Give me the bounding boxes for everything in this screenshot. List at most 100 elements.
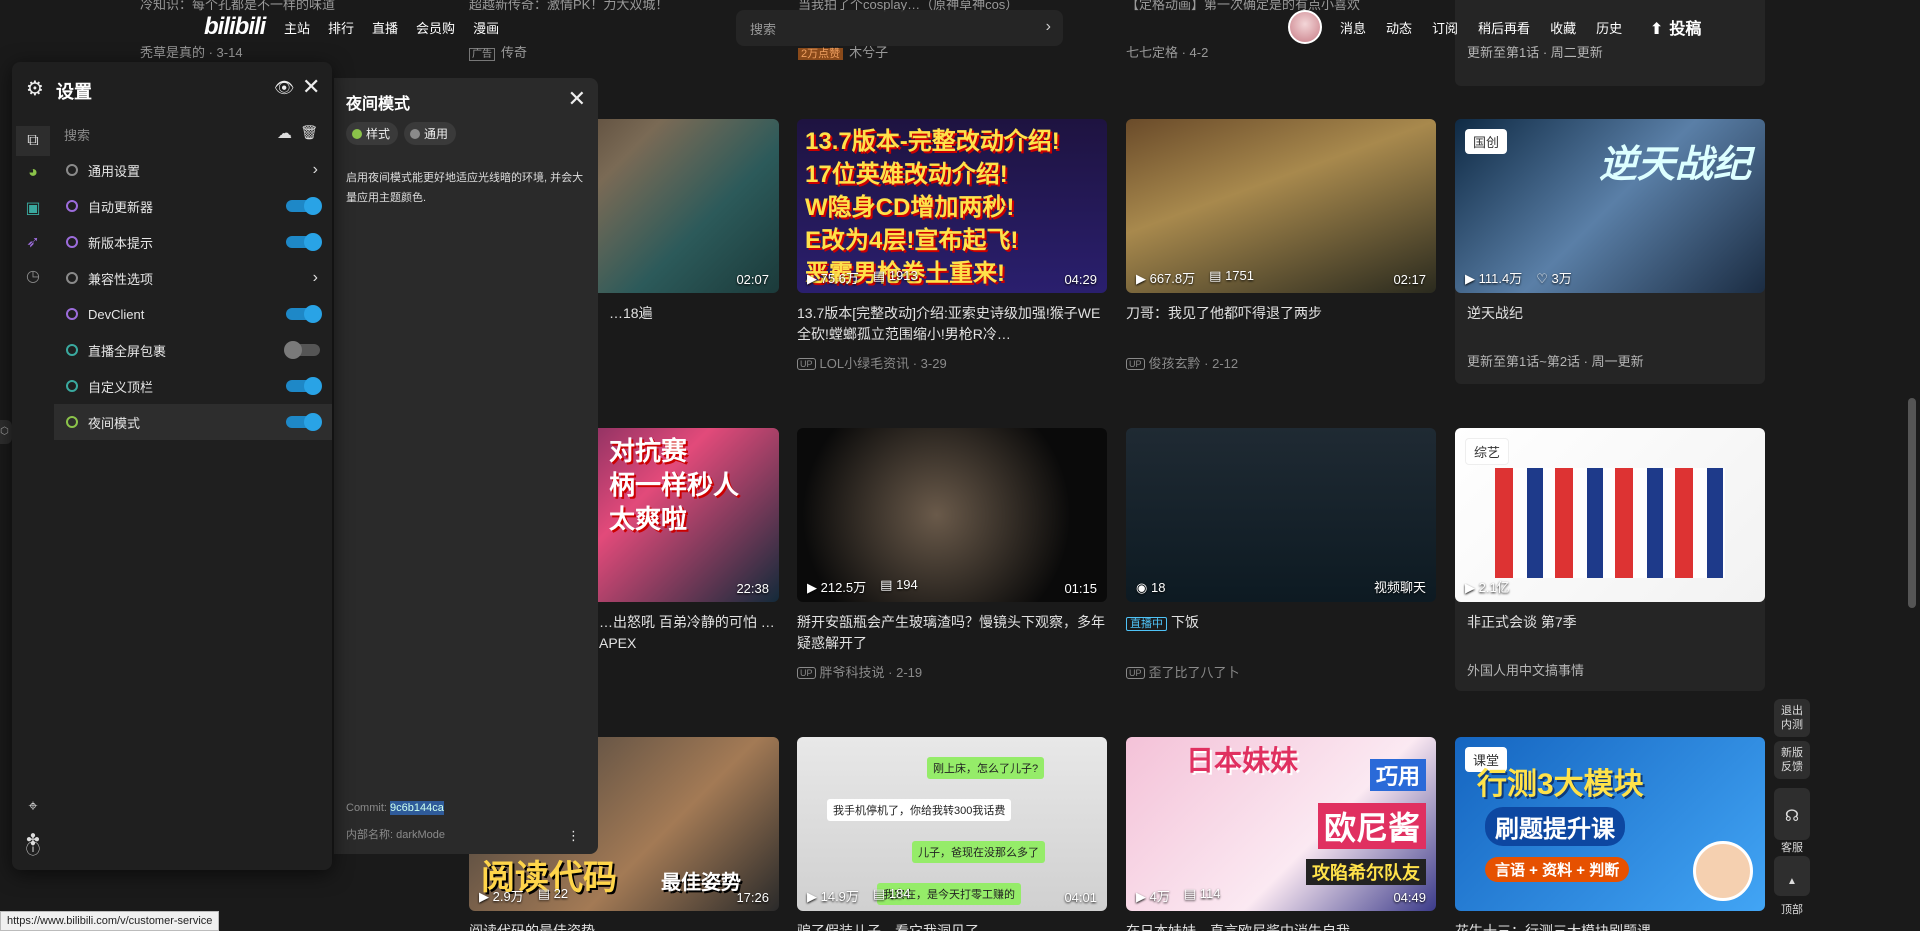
close-icon[interactable]: ✕ <box>302 74 320 100</box>
tag-style[interactable]: 样式 <box>346 122 399 145</box>
video-duration: 04:49 <box>1393 890 1426 905</box>
uploader-name[interactable]: 胖爷科技说 <box>820 665 885 680</box>
thumbnail-line: E改为4层!宣布起飞! <box>805 227 1019 254</box>
video-title[interactable]: 阅读代码的最佳姿势 <box>469 921 779 931</box>
settings-item-live-fullscreen[interactable]: 直播全屏包裹 <box>54 332 332 368</box>
settings-item-compat[interactable]: 兼容性选项 › <box>54 260 332 296</box>
settings-item-custom-topbar[interactable]: 自定义顶栏 <box>54 368 332 404</box>
rocket-icon[interactable]: ➶ <box>22 232 44 254</box>
video-title[interactable]: 非正式会谈 第7季 <box>1455 612 1765 632</box>
video-thumbnail[interactable]: ◉ 18 视频聊天 <box>1126 428 1436 602</box>
video-card[interactable]: 13.7版本-完整改动介绍! 17位英雄改动介绍! W隐身CD增加两秒! E改为… <box>797 119 1107 372</box>
nav-messages[interactable]: 消息 <box>1340 18 1366 37</box>
video-title[interactable]: 花生十三：行测三大模块刷题课 <box>1455 921 1765 931</box>
widgets-icon[interactable]: ⧉ <box>16 126 50 156</box>
nav-subscriptions[interactable]: 订阅 <box>1432 18 1458 37</box>
history-icon[interactable]: ◷ <box>22 266 44 288</box>
more-vertical-icon[interactable]: ⋮ <box>567 828 580 844</box>
customer-service-button[interactable]: ☊ 客服 <box>1774 788 1810 854</box>
chevron-right-icon[interactable]: › <box>313 161 318 179</box>
settings-item-auto-updater[interactable]: 自动更新器 <box>54 188 332 224</box>
settings-item-general[interactable]: 通用设置 › <box>54 152 332 188</box>
top-navbar: bilibili 主站 排行 直播 会员购 漫画 搜索 › 消息 动态 订阅 稍… <box>0 0 1920 52</box>
chat-bubble: 我手机停机了，你给我转300我话费 <box>827 799 1012 821</box>
search-input[interactable]: 搜索 › <box>736 10 1063 46</box>
scan-icon[interactable]: ⌖ <box>22 796 44 818</box>
nav-dynamics[interactable]: 动态 <box>1386 18 1412 37</box>
video-card[interactable]: 刚上床，怎么了儿子? 我手机停机了，你给我转300我话费 儿子，爸现在没那么多了… <box>797 737 1107 931</box>
video-thumbnail[interactable]: 日本妹妹 巧用 欧尼酱 攻陷希尔队友 ▶ 4万 ▤ 114 04:49 <box>1126 737 1436 911</box>
video-title[interactable]: 刀哥：我见了他都吓得退了两步 <box>1126 303 1436 345</box>
video-card[interactable]: ▶ 667.8万 ▤ 1751 02:17 刀哥：我见了他都吓得退了两步 UP 俊… <box>1126 119 1436 372</box>
nav-shop[interactable]: 会员购 <box>416 18 455 37</box>
up-icon: UP <box>797 667 816 679</box>
settings-list: 通用设置 › 自动更新器 新版本提示 兼容性选项 › DevClient 直播全… <box>54 152 332 440</box>
chevron-right-icon[interactable]: › <box>1046 18 1051 36</box>
video-title[interactable]: 直播中 下饭 <box>1126 612 1436 654</box>
nav-main[interactable]: 主站 <box>284 18 310 37</box>
nav-watch-later[interactable]: 稍后再看 <box>1478 18 1530 37</box>
video-thumbnail[interactable]: 刚上床，怎么了儿子? 我手机停机了，你给我转300我话费 儿子，爸现在没那么多了… <box>797 737 1107 911</box>
info-icon[interactable]: ⓘ <box>22 838 44 860</box>
nav-live[interactable]: 直播 <box>372 18 398 37</box>
thumbnail-text: 行测3大模块 <box>1477 768 1644 801</box>
toggle-switch[interactable] <box>286 305 322 323</box>
video-icon[interactable]: ▣ <box>22 198 44 220</box>
video-card[interactable]: ▶ 212.5万 ▤ 194 01:15 掰开安瓿瓶会产生玻璃渣吗？慢镜头下观察… <box>797 428 1107 681</box>
bilibili-logo[interactable]: bilibili <box>204 13 266 41</box>
status-dot <box>66 308 78 320</box>
back-to-top-button[interactable]: ▲ 顶部 <box>1774 856 1810 916</box>
uploader-name[interactable]: 歪了比了八了卜 <box>1149 665 1240 680</box>
toggle-switch[interactable] <box>286 197 322 215</box>
video-thumbnail[interactable]: ▶ 667.8万 ▤ 1751 02:17 <box>1126 119 1436 293</box>
commit-label: Commit: <box>346 802 387 814</box>
settings-search-input[interactable]: 搜索 ☁ 🗑 <box>54 116 332 150</box>
settings-item-devclient[interactable]: DevClient <box>54 296 332 332</box>
cube-icon[interactable]: ⬡ <box>0 420 12 444</box>
eye-icon[interactable]: 👁 <box>274 78 294 98</box>
close-icon[interactable]: ✕ <box>568 86 586 112</box>
live-card[interactable]: ◉ 18 视频聊天 直播中 下饭 UP 歪了比了八了卜 <box>1126 428 1436 681</box>
tag-general[interactable]: 通用 <box>404 122 457 145</box>
video-card[interactable]: 日本妹妹 巧用 欧尼酱 攻陷希尔队友 ▶ 4万 ▤ 114 04:49 在日本妹… <box>1126 737 1436 931</box>
toggle-switch[interactable] <box>286 413 322 431</box>
video-thumbnail[interactable]: 课堂 行测3大模块 刷题提升课 言语 + 资料 + 判断 <box>1455 737 1765 911</box>
toggle-switch[interactable] <box>284 341 320 359</box>
nav-rank[interactable]: 排行 <box>328 18 354 37</box>
toggle-switch[interactable] <box>286 233 322 251</box>
palette-icon[interactable]: ◕ <box>22 162 44 184</box>
like-count-value: 3万 <box>1551 271 1572 286</box>
variety-card[interactable]: 综艺 ▶ 2.1亿 非正式会谈 第7季 外国人用中文搞事情 <box>1455 428 1765 691</box>
settings-item-dark-mode[interactable]: 夜间模式 <box>54 404 332 440</box>
page-scrollbar[interactable] <box>1904 0 1920 931</box>
video-title[interactable]: 掰开安瓿瓶会产生玻璃渣吗？慢镜头下观察，多年疑惑解开了 <box>797 612 1107 654</box>
upload-button[interactable]: 投稿 <box>1650 15 1701 39</box>
up-icon: UP <box>797 358 816 370</box>
avatar[interactable] <box>1288 10 1322 44</box>
video-thumbnail[interactable]: 国创 逆天战纪 ▶ 111.4万 ♡ 3万 <box>1455 119 1765 293</box>
course-card[interactable]: 课堂 行测3大模块 刷题提升课 言语 + 资料 + 判断 花生十三：行测三大模块… <box>1455 737 1765 931</box>
video-title[interactable]: 逆天战纪 <box>1455 303 1765 323</box>
settings-item-new-version[interactable]: 新版本提示 <box>54 224 332 260</box>
uploader-name[interactable]: LOL小绿毛资讯 <box>820 356 910 371</box>
exit-beta-button[interactable]: 退出 内测 <box>1774 699 1810 737</box>
nav-manga[interactable]: 漫画 <box>473 18 499 37</box>
scrollbar-thumb[interactable] <box>1908 398 1916 608</box>
uploader-name[interactable]: 俊孩玄黔 <box>1149 356 1201 371</box>
video-title[interactable]: 骗了假装儿子，看它我洞见了 <box>797 921 1107 931</box>
video-title[interactable]: 13.7版本[完整改动]介绍:亚索史诗级加强!猴子WE全砍!螳螂孤立范围缩小!男… <box>797 303 1107 345</box>
commit-hash[interactable]: 9c6b144ca <box>390 801 444 815</box>
chevron-right-icon[interactable]: › <box>313 269 318 287</box>
nav-favorites[interactable]: 收藏 <box>1550 18 1576 37</box>
video-thumbnail[interactable]: ▶ 212.5万 ▤ 194 01:15 <box>797 428 1107 602</box>
video-thumbnail[interactable]: 13.7版本-完整改动介绍! 17位英雄改动介绍! W隐身CD增加两秒! E改为… <box>797 119 1107 293</box>
video-thumbnail[interactable]: 综艺 ▶ 2.1亿 <box>1455 428 1765 602</box>
bangumi-card[interactable]: 国创 逆天战纪 ▶ 111.4万 ♡ 3万 逆天战纪 更新至第1话~第2话 · … <box>1455 119 1765 384</box>
cloud-download-icon[interactable]: ☁ <box>277 124 292 142</box>
trash-icon[interactable]: 🗑 <box>300 124 318 141</box>
nav-history[interactable]: 历史 <box>1596 18 1622 37</box>
feedback-button[interactable]: 新版 反馈 <box>1774 741 1810 779</box>
toggle-switch[interactable] <box>286 377 322 395</box>
live-title[interactable]: 下饭 <box>1171 614 1199 630</box>
video-title[interactable]: 在日本妹妹，直言欧尼酱中消失自我 <box>1126 921 1436 931</box>
